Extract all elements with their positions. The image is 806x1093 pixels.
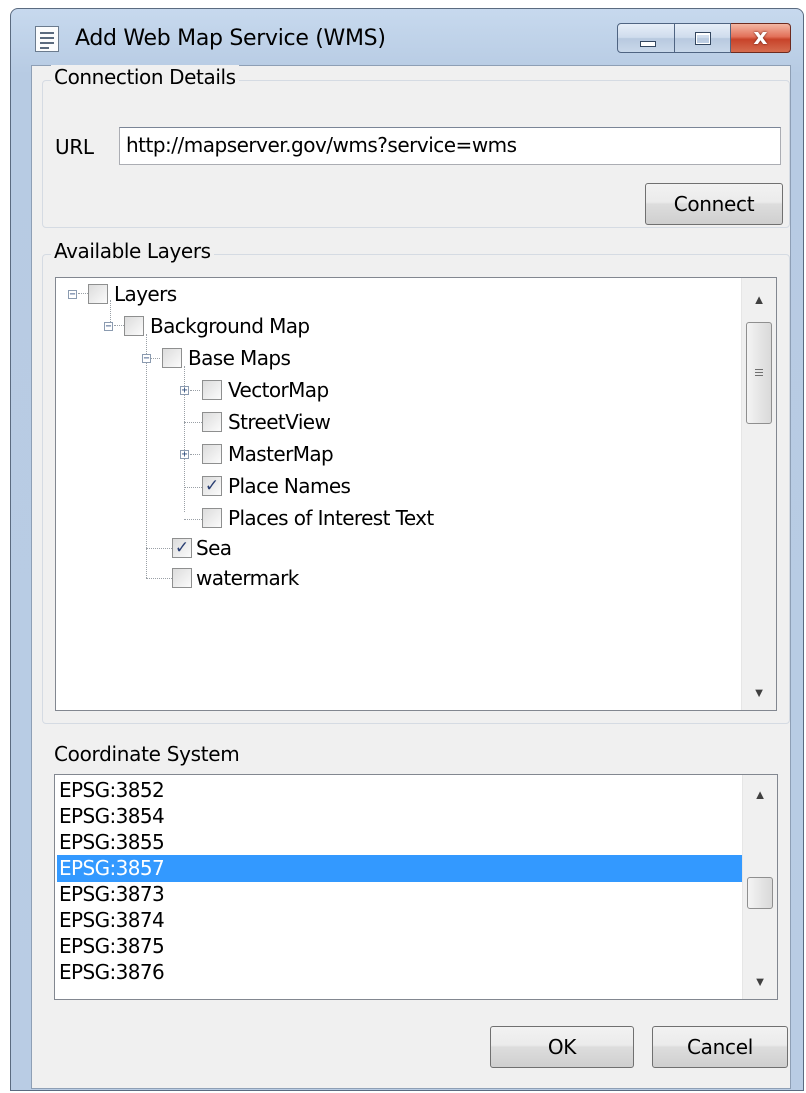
layers-scrollbar[interactable]: ▲ ▼ xyxy=(741,278,776,710)
layer-checkbox[interactable] xyxy=(124,316,144,336)
scroll-up-arrow-icon[interactable]: ▲ xyxy=(742,292,776,307)
crs-list-item[interactable]: EPSG:3873 xyxy=(57,881,745,908)
coordinate-system-label: Coordinate System xyxy=(54,742,240,766)
layer-checkbox[interactable] xyxy=(202,380,222,400)
document-list-icon xyxy=(35,26,59,52)
tree-node-label: Layers xyxy=(114,282,177,306)
layer-checkbox[interactable] xyxy=(88,284,108,304)
tree-node-label: StreetView xyxy=(228,410,331,434)
expand-icon[interactable]: + xyxy=(180,386,189,396)
layer-checkbox[interactable] xyxy=(202,412,222,432)
tree-node-label: Background Map xyxy=(150,314,310,338)
collapse-icon[interactable]: − xyxy=(68,290,77,300)
connection-details-group: Connection Details URL http://mapserver.… xyxy=(42,65,790,228)
available-layers-group: Available Layers − Layers − Background M… xyxy=(42,239,790,724)
available-layers-label: Available Layers xyxy=(51,239,214,263)
crs-list-item[interactable]: EPSG:3875 xyxy=(57,933,745,960)
layer-checkbox-checked[interactable]: ✓ xyxy=(172,538,192,558)
layer-checkbox[interactable] xyxy=(202,508,222,528)
coordinate-system-list[interactable]: EPSG:3852 EPSG:3854 EPSG:3855 EPSG:3857 … xyxy=(54,774,778,1000)
tree-node-label: Base Maps xyxy=(188,346,291,370)
tree-node-label: Places of Interest Text xyxy=(228,506,434,530)
maximize-button[interactable] xyxy=(675,23,731,53)
collapse-icon[interactable]: − xyxy=(142,354,151,364)
close-button[interactable]: x xyxy=(731,23,791,53)
title-bar[interactable]: Add Web Map Service (WMS) x xyxy=(11,9,803,65)
window-title: Add Web Map Service (WMS) xyxy=(75,26,386,51)
minimize-button[interactable] xyxy=(617,23,675,53)
connection-details-label: Connection Details xyxy=(51,65,239,89)
tree-node-label: VectorMap xyxy=(228,378,329,402)
dialog-body: Connection Details URL http://mapserver.… xyxy=(31,65,791,1089)
scroll-thumb[interactable] xyxy=(747,877,773,909)
scroll-down-arrow-icon[interactable]: ▼ xyxy=(743,974,777,989)
tree-node-label: Sea xyxy=(196,536,232,560)
url-label: URL xyxy=(55,135,94,159)
close-icon: x xyxy=(753,25,768,50)
layers-tree[interactable]: − Layers − Background Map − Base Maps + xyxy=(55,277,777,711)
cancel-button[interactable]: Cancel xyxy=(652,1026,788,1068)
crs-scrollbar[interactable]: ▲ ▼ xyxy=(742,775,777,999)
crs-list-item[interactable]: EPSG:3876 xyxy=(57,959,745,986)
scroll-up-arrow-icon[interactable]: ▲ xyxy=(743,787,777,802)
wms-dialog-window: Add Web Map Service (WMS) x Connection D… xyxy=(10,8,804,1091)
crs-list-item[interactable]: EPSG:3854 xyxy=(57,803,745,830)
crs-list-item[interactable]: EPSG:3874 xyxy=(57,907,745,934)
layer-checkbox[interactable] xyxy=(172,568,192,588)
scroll-down-arrow-icon[interactable]: ▼ xyxy=(742,685,776,700)
connect-button[interactable]: Connect xyxy=(645,183,783,225)
crs-list-item[interactable]: EPSG:3855 xyxy=(57,829,745,856)
tree-node-label: Place Names xyxy=(228,474,351,498)
collapse-icon[interactable]: − xyxy=(104,322,113,332)
maximize-icon xyxy=(695,32,711,45)
minimize-icon xyxy=(640,41,656,47)
url-input[interactable]: http://mapserver.gov/wms?service=wms xyxy=(119,127,781,165)
crs-list-item-selected[interactable]: EPSG:3857 xyxy=(57,855,745,882)
crs-list-item[interactable]: EPSG:3852 xyxy=(57,777,745,804)
ok-button[interactable]: OK xyxy=(490,1026,634,1068)
layer-checkbox[interactable] xyxy=(202,444,222,464)
tree-node-label: watermark xyxy=(196,566,299,590)
tree-node-label: MasterMap xyxy=(228,442,334,466)
expand-icon[interactable]: + xyxy=(180,450,189,460)
scroll-thumb[interactable] xyxy=(746,322,772,424)
layer-checkbox-checked[interactable]: ✓ xyxy=(202,476,222,496)
layer-checkbox[interactable] xyxy=(162,348,182,368)
